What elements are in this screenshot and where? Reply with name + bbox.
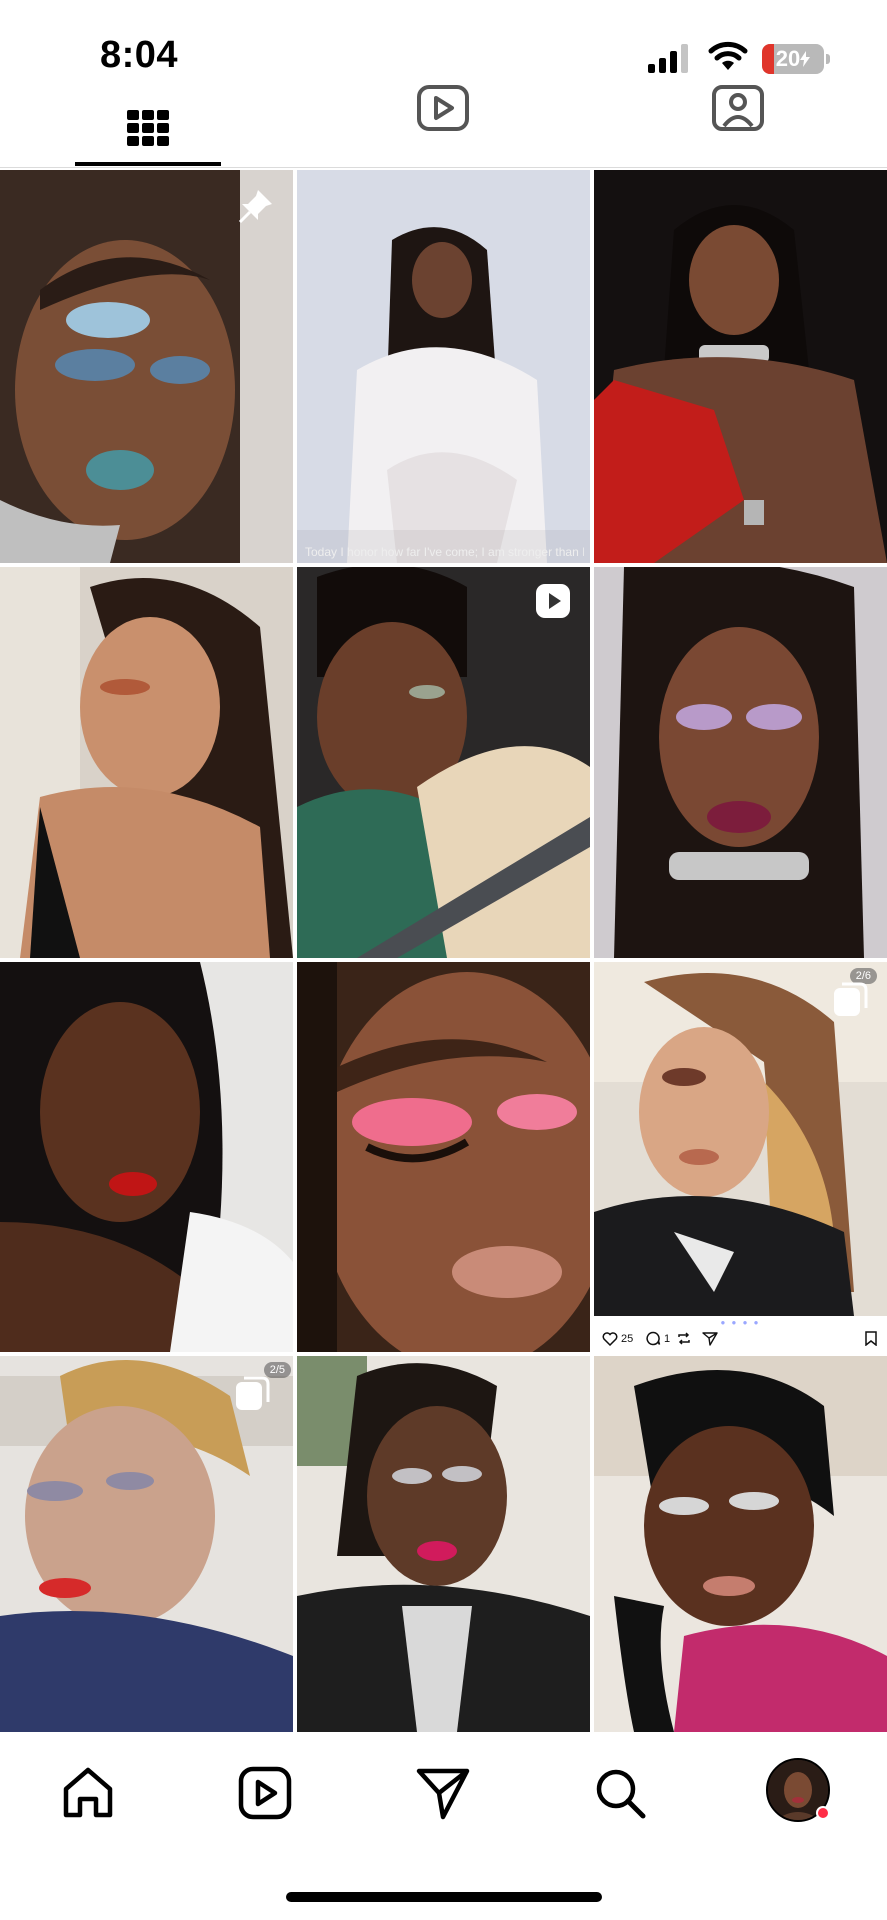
post-thumbnail xyxy=(297,1356,590,1732)
post-thumbnail xyxy=(594,1356,887,1732)
grid-post[interactable] xyxy=(594,567,887,958)
comment-icon xyxy=(646,1331,661,1346)
repost-button[interactable] xyxy=(676,1331,692,1346)
grid-post[interactable]: 2/6 ● ● ● ● 25 1 xyxy=(594,962,887,1352)
comment-count-value: 1 xyxy=(664,1332,671,1345)
reels-icon xyxy=(417,85,469,131)
carousel-icon xyxy=(834,982,868,1016)
post-thumbnail xyxy=(297,962,590,1352)
repost-icon xyxy=(678,1332,690,1345)
post-thumbnail xyxy=(0,962,293,1352)
like-count-value: 25 xyxy=(621,1333,634,1345)
pin-icon xyxy=(238,190,272,224)
post-thumbnail xyxy=(0,567,293,958)
profile-content-tabs xyxy=(0,85,887,168)
reels-icon xyxy=(238,1766,292,1820)
nav-reels-button[interactable] xyxy=(232,1760,298,1826)
battery-cap xyxy=(826,54,830,64)
tab-tagged[interactable] xyxy=(665,85,811,168)
carousel-dots: ● ● ● ● xyxy=(720,1318,761,1327)
carousel-icon xyxy=(236,1376,270,1410)
home-indicator[interactable] xyxy=(286,1892,602,1902)
send-icon xyxy=(416,1768,470,1820)
tagged-icon xyxy=(712,85,764,131)
grid-post[interactable] xyxy=(297,567,590,958)
heart-icon xyxy=(602,1332,618,1346)
grid-post[interactable] xyxy=(0,170,293,563)
tab-selected-indicator xyxy=(75,162,221,166)
search-icon xyxy=(596,1769,646,1819)
notification-dot xyxy=(816,1806,830,1820)
share-button[interactable] xyxy=(702,1331,718,1346)
status-bar: 8:04 20 xyxy=(0,0,887,96)
status-time: 8:04 xyxy=(100,34,179,76)
post-thumbnail xyxy=(0,170,293,563)
grid-post[interactable]: 2/5 xyxy=(0,1356,293,1732)
post-thumbnail xyxy=(297,170,590,563)
tab-grid[interactable] xyxy=(75,96,221,168)
nav-home-button[interactable] xyxy=(55,1760,121,1826)
grid-post[interactable] xyxy=(594,1356,887,1732)
send-icon xyxy=(702,1332,718,1346)
posts-grid: Today I honor how far I've come; I am st… xyxy=(0,170,887,1732)
battery-percent: 20 xyxy=(775,46,801,71)
post-thumbnail xyxy=(594,170,887,563)
post-thumbnail xyxy=(594,962,887,1352)
post-thumbnail xyxy=(594,567,887,958)
post-caption-overlay: Today I honor how far I've come; I am st… xyxy=(305,545,584,559)
bookmark-icon xyxy=(865,1331,877,1346)
grid-post[interactable] xyxy=(297,1356,590,1732)
wifi-icon xyxy=(708,41,748,70)
reel-play-icon xyxy=(536,584,570,618)
comment-count[interactable]: 1 xyxy=(646,1331,670,1346)
home-icon xyxy=(63,1767,113,1818)
cellular-signal-icon xyxy=(648,44,688,73)
grid-icon xyxy=(127,110,169,146)
grid-post[interactable] xyxy=(594,170,887,563)
nav-messages-button[interactable] xyxy=(410,1760,476,1826)
charging-bolt-icon xyxy=(800,51,811,67)
post-preview-footer: ● ● ● ● 25 1 xyxy=(594,1316,887,1352)
grid-post[interactable] xyxy=(0,567,293,958)
grid-post[interactable]: Today I honor how far I've come; I am st… xyxy=(297,170,590,563)
grid-post[interactable] xyxy=(297,962,590,1352)
grid-post[interactable] xyxy=(0,962,293,1352)
save-button[interactable] xyxy=(865,1331,877,1346)
post-thumbnail xyxy=(297,567,590,958)
tab-reels[interactable] xyxy=(370,85,516,168)
nav-search-button[interactable] xyxy=(587,1760,653,1826)
battery-charging-icon: 20 xyxy=(762,44,824,74)
like-count[interactable]: 25 xyxy=(602,1332,633,1346)
